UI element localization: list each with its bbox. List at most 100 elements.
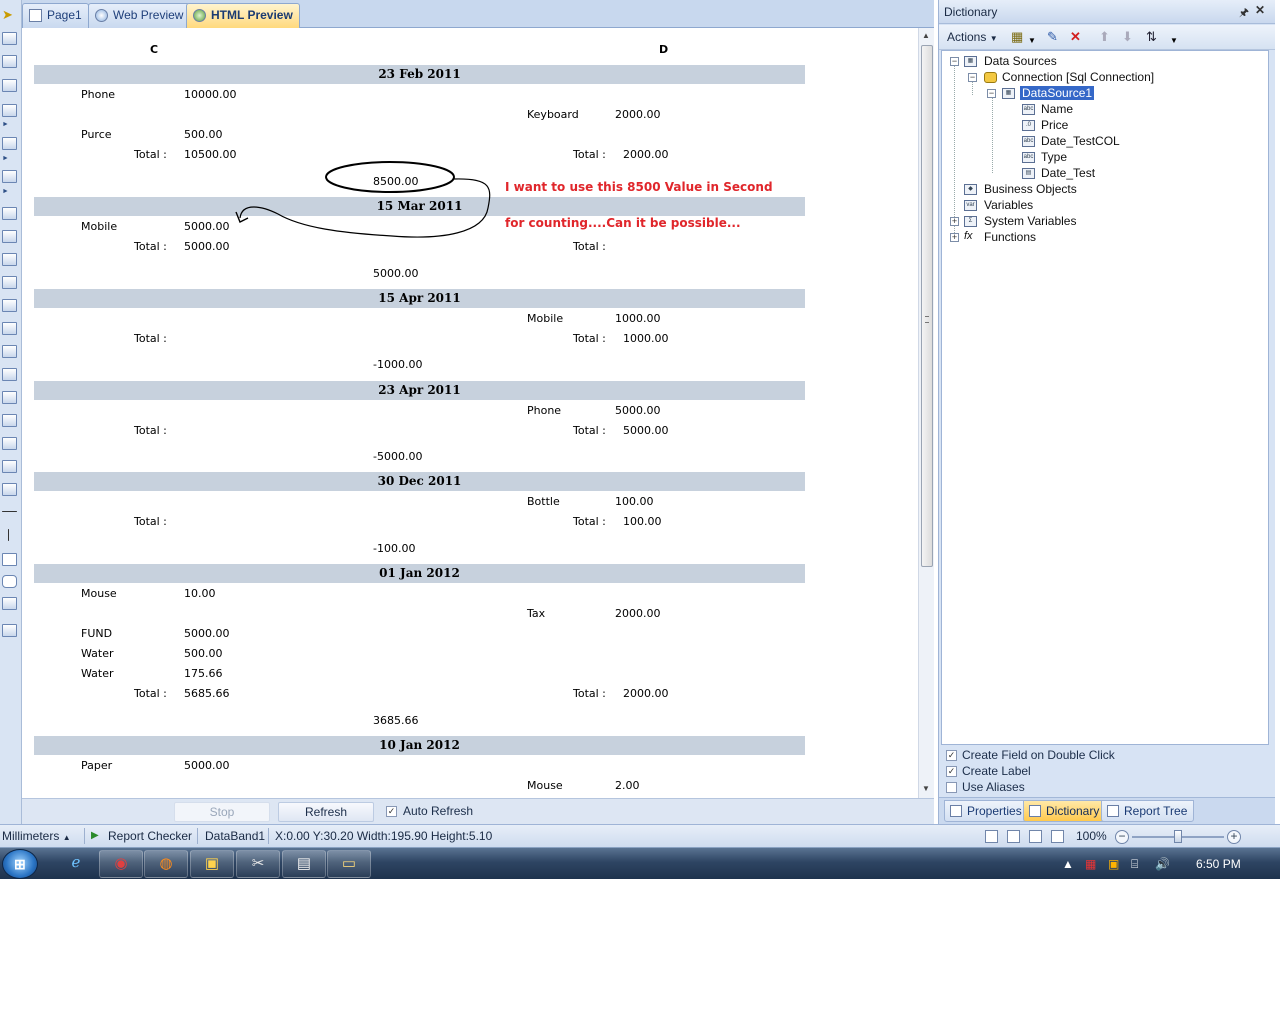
zoom-in-icon[interactable]: + (1227, 830, 1241, 844)
use-aliases-checkbox[interactable] (946, 782, 957, 793)
collapse-icon[interactable]: − (950, 57, 959, 66)
close-icon[interactable]: ✕ (1255, 3, 1265, 17)
refresh-button[interactable]: Refresh (278, 802, 374, 822)
expand-icon[interactable]: + (950, 233, 959, 242)
select-pointer-icon[interactable]: ➤ (2, 8, 17, 21)
tray-app-icon[interactable]: ▦ (1085, 857, 1096, 871)
clock[interactable]: 6:50 PM (1196, 857, 1241, 871)
scroll-up-icon[interactable]: ▲ (922, 31, 930, 40)
table-component-icon[interactable] (2, 368, 17, 381)
move-down-icon[interactable]: ⬇ (1122, 30, 1133, 44)
tray-office-icon[interactable]: ▣ (1108, 857, 1119, 871)
tree-node-field[interactable]: Date_TestCOL (1041, 134, 1120, 148)
tab-html-preview[interactable]: HTML Preview (186, 3, 300, 29)
tree-node-functions[interactable]: Functions (984, 230, 1036, 244)
volume-icon[interactable]: 🔊 (1155, 857, 1170, 871)
show-hidden-icons-icon[interactable]: ▲ (1062, 857, 1074, 871)
barcode-component-icon[interactable] (2, 460, 17, 473)
rectangle-shape-icon[interactable] (2, 553, 17, 566)
collapse-icon[interactable]: − (968, 73, 977, 82)
chevron-down-icon[interactable]: ▼ (1170, 34, 1178, 48)
sql-server-icon[interactable]: ▣ (190, 850, 234, 878)
report-title-tool-icon[interactable] (2, 230, 17, 243)
text-tool-icon[interactable] (2, 55, 17, 68)
tab-properties[interactable]: Properties (944, 800, 1029, 822)
one-page-icon[interactable] (1007, 830, 1020, 843)
auto-refresh-checkbox[interactable]: ✓ (386, 806, 397, 817)
report-designer-icon[interactable]: ▤ (282, 850, 326, 878)
text-component-icon[interactable] (2, 253, 17, 266)
panel-component-icon[interactable] (2, 299, 17, 312)
two-pages-icon[interactable] (1029, 830, 1042, 843)
zoom-out-icon[interactable]: − (1115, 830, 1129, 844)
tab-dictionary[interactable]: Dictionary (1023, 800, 1107, 822)
format-painter-icon[interactable] (2, 79, 17, 92)
tree-node-system-variables[interactable]: System Variables (984, 214, 1076, 228)
page-width-icon[interactable] (985, 830, 998, 843)
tab-web-preview[interactable]: Web Preview (88, 3, 191, 28)
shape-component-icon[interactable] (2, 483, 17, 496)
container-component-icon[interactable] (2, 345, 17, 358)
internet-explorer-icon[interactable]: ℯ (54, 850, 98, 878)
folder-icon[interactable]: ▭ (327, 850, 371, 878)
item-name: Mobile (527, 312, 564, 325)
image-component-icon[interactable] (2, 437, 17, 450)
chevron-down-icon[interactable]: ▼ (1028, 34, 1036, 48)
report-checker-button[interactable]: Report Checker (108, 829, 192, 843)
visual-studio-icon[interactable]: ✂ (236, 850, 280, 878)
tree-node-variables[interactable]: Variables (984, 198, 1033, 212)
multi-page-icon[interactable] (1051, 830, 1064, 843)
scroll-thumb[interactable] (921, 45, 933, 567)
rich-text-component-icon[interactable] (2, 276, 17, 289)
crossband-tool-icon[interactable] (2, 137, 17, 150)
tree-node-data-sources[interactable]: Data Sources (984, 54, 1057, 68)
tree-node-field[interactable]: Date_Test (1041, 166, 1095, 180)
preview-vertical-scrollbar[interactable]: ▲ ▼ (918, 28, 934, 798)
tab-page1[interactable]: Page1 (22, 3, 89, 28)
hand-tool-icon[interactable] (2, 32, 17, 45)
horizontal-line-icon[interactable] (2, 511, 17, 512)
zoom-level: 100% (1076, 829, 1107, 843)
edit-icon[interactable]: ✎ (1047, 30, 1058, 44)
move-up-icon[interactable]: ⬆ (1099, 30, 1110, 44)
create-label-checkbox[interactable]: ✓ (946, 766, 957, 777)
stop-button[interactable]: Stop (174, 802, 270, 822)
zoom-slider-thumb[interactable] (1174, 830, 1182, 843)
tree-node-connection[interactable]: Connection [Sql Connection] (1002, 70, 1154, 84)
tree-node-datasource1[interactable]: DataSource1 (1018, 85, 1096, 101)
start-button[interactable]: ⊞ (2, 849, 38, 879)
units-selector[interactable]: Millimeters ▲ (2, 829, 71, 843)
clone-component-icon[interactable] (2, 322, 17, 335)
text-box-component-icon[interactable] (2, 414, 17, 427)
tools-icon[interactable] (2, 624, 17, 637)
firefox-icon[interactable]: ◍ (144, 850, 188, 878)
tree-node-field[interactable]: Type (1041, 150, 1067, 164)
collapse-icon[interactable]: − (987, 89, 996, 98)
expand-icon[interactable]: + (950, 217, 959, 226)
pin-icon[interactable]: 🖈 (1239, 4, 1249, 23)
tree-node-field[interactable]: Name (1041, 102, 1073, 116)
expand-arrow-icon[interactable]: ► (2, 121, 17, 134)
page-header-tool-icon[interactable] (2, 207, 17, 220)
chart-component-icon[interactable] (2, 597, 17, 610)
scroll-down-icon[interactable]: ▼ (922, 784, 930, 793)
sort-icon[interactable]: ⇅ (1146, 30, 1157, 44)
play-icon[interactable]: ▶ (91, 830, 99, 841)
tree-node-field[interactable]: Price (1041, 118, 1068, 132)
tree-node-business-objects[interactable]: Business Objects (984, 182, 1077, 196)
actions-menu[interactable]: Actions ▼ (947, 30, 998, 44)
rounded-rectangle-icon[interactable] (2, 575, 17, 588)
vertical-line-icon[interactable] (8, 529, 9, 541)
expand-arrow-icon[interactable]: ► (2, 188, 17, 201)
create-field-checkbox[interactable]: ✓ (946, 750, 957, 761)
cross-tab-component-icon[interactable] (2, 391, 17, 404)
subreport-tool-icon[interactable] (2, 170, 17, 183)
tab-report-tree[interactable]: Report Tree (1101, 800, 1195, 822)
new-item-icon[interactable]: ▦ (1011, 30, 1023, 44)
expand-arrow-icon[interactable]: ► (2, 155, 17, 168)
band-tool-icon[interactable] (2, 104, 17, 117)
network-icon[interactable]: ⌸ (1131, 857, 1138, 872)
chrome-icon[interactable]: ◉ (99, 850, 143, 878)
item-value: 5000.00 (615, 404, 661, 417)
delete-icon[interactable]: ✕ (1070, 30, 1081, 44)
